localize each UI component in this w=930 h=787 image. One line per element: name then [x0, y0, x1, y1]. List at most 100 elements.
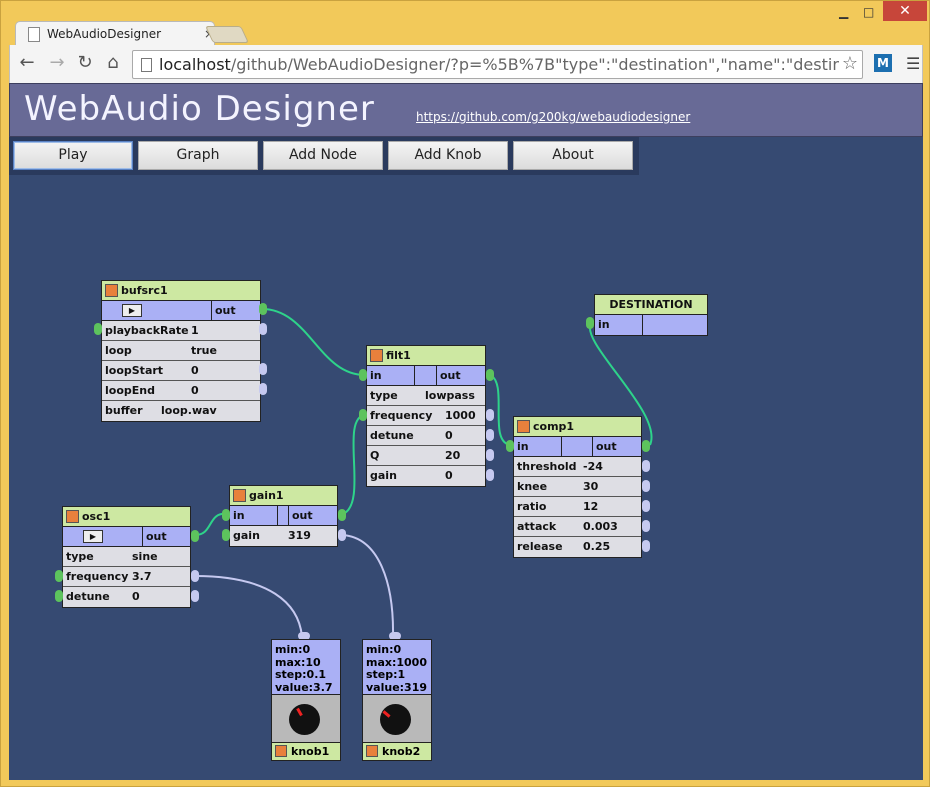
node-header[interactable]: bufsrc1: [102, 281, 260, 301]
knob2-node[interactable]: min:0 max:1000 step:1 value:319 knob2: [362, 639, 432, 761]
node-close-icon[interactable]: [105, 284, 118, 297]
param-row[interactable]: release 0.25: [514, 537, 641, 557]
wire-bufsrc1-filt1: [261, 308, 366, 376]
knob-footer[interactable]: knob1: [272, 742, 340, 760]
output-label: out: [215, 304, 236, 317]
node-gain1[interactable]: gain1 in out gain 319: [229, 485, 338, 547]
node-close-icon[interactable]: [275, 745, 287, 757]
node-filt1[interactable]: filt1 in out type lowpass frequency 1000 d…: [366, 345, 486, 487]
param-port[interactable]: [486, 409, 494, 421]
param-port[interactable]: [642, 540, 650, 552]
knob-dial[interactable]: [363, 694, 431, 742]
param-port[interactable]: [338, 529, 346, 541]
param-row[interactable]: frequency 3.7: [63, 567, 190, 587]
address-bar[interactable]: localhost/github/WebAudioDesigner/?p=%5B…: [132, 50, 863, 79]
knob-footer[interactable]: knob2: [363, 742, 431, 760]
param-port[interactable]: [259, 383, 267, 395]
input-port[interactable]: [94, 323, 102, 335]
minimize-icon[interactable]: ▁: [839, 5, 848, 19]
param-row[interactable]: attack 0.003: [514, 517, 641, 537]
new-tab-button[interactable]: [205, 26, 249, 43]
input-port[interactable]: [359, 369, 367, 381]
knob-name: knob2: [382, 745, 421, 758]
param-row[interactable]: gain 319: [230, 526, 337, 546]
input-port[interactable]: [55, 570, 63, 582]
param-row[interactable]: loop true: [102, 341, 260, 361]
play-icon[interactable]: ▶: [122, 304, 142, 317]
home-icon[interactable]: ⌂: [102, 52, 124, 73]
knob-icon[interactable]: [289, 704, 320, 735]
param-row[interactable]: detune 0: [367, 426, 485, 446]
param-port[interactable]: [259, 323, 267, 335]
node-name: filt1: [386, 349, 411, 362]
node-header[interactable]: comp1: [514, 417, 641, 437]
knob-info: min:0 max:10 step:0.1 value:3.7: [272, 640, 340, 694]
play-icon[interactable]: ▶: [83, 530, 103, 543]
output-port[interactable]: [486, 369, 494, 381]
param-row[interactable]: type sine: [63, 547, 190, 567]
node-close-icon[interactable]: [233, 489, 246, 502]
param-port[interactable]: [642, 460, 650, 472]
param-value: 0: [445, 429, 453, 442]
node-close-icon[interactable]: [370, 349, 383, 362]
param-row[interactable]: loopEnd 0: [102, 381, 260, 401]
param-row[interactable]: detune 0: [63, 587, 190, 607]
param-row[interactable]: gain 0: [367, 466, 485, 486]
close-window-icon[interactable]: ✕: [883, 1, 927, 21]
menu-icon[interactable]: ☰: [906, 54, 920, 73]
param-row[interactable]: ratio 12: [514, 497, 641, 517]
param-port[interactable]: [259, 363, 267, 375]
output-port[interactable]: [259, 303, 267, 315]
input-port[interactable]: [359, 409, 367, 421]
node-header[interactable]: filt1: [367, 346, 485, 366]
output-port[interactable]: [338, 509, 346, 521]
param-port[interactable]: [486, 429, 494, 441]
input-port[interactable]: [55, 590, 63, 602]
extension-icon[interactable]: M: [874, 54, 892, 72]
node-close-icon[interactable]: [517, 420, 530, 433]
input-port[interactable]: [586, 317, 594, 329]
param-port[interactable]: [642, 480, 650, 492]
param-port[interactable]: [642, 520, 650, 532]
url-text[interactable]: localhost/github/WebAudioDesigner/?p=%5B…: [159, 55, 839, 74]
node-header[interactable]: osc1: [63, 507, 190, 527]
param-row[interactable]: playbackRate 1: [102, 321, 260, 341]
node-osc1[interactable]: osc1 ▶ out type sine frequency 3.7 detune 0: [62, 506, 191, 608]
param-row[interactable]: buffer loop.wav: [102, 401, 260, 421]
param-port[interactable]: [486, 449, 494, 461]
input-port[interactable]: [222, 509, 230, 521]
output-port[interactable]: [642, 440, 650, 452]
node-comp1[interactable]: comp1 in out threshold -24 knee 30 ratio 12…: [513, 416, 642, 558]
param-value: 319: [288, 529, 311, 542]
output-port[interactable]: [191, 530, 199, 542]
node-close-icon[interactable]: [366, 745, 378, 757]
knob1-node[interactable]: min:0 max:10 step:0.1 value:3.7 knob1: [271, 639, 341, 761]
browser-tab[interactable]: WebAudioDesigner | g20 ×: [15, 21, 215, 47]
node-destination[interactable]: DESTINATION in: [594, 294, 708, 336]
param-row[interactable]: type lowpass: [367, 386, 485, 406]
node-close-icon[interactable]: [66, 510, 79, 523]
param-row[interactable]: loopStart 0: [102, 361, 260, 381]
knob-info: min:0 max:1000 step:1 value:319: [363, 640, 431, 694]
input-port[interactable]: [222, 529, 230, 541]
param-row[interactable]: frequency 1000: [367, 406, 485, 426]
back-icon[interactable]: ←: [16, 52, 38, 73]
knob-dial[interactable]: [272, 694, 340, 742]
forward-icon[interactable]: →: [46, 52, 68, 73]
reload-icon[interactable]: ↻: [74, 52, 96, 73]
param-row[interactable]: threshold -24: [514, 457, 641, 477]
node-bufsrc1[interactable]: bufsrc1 ▶ out playbackRate 1 loop true loo…: [101, 280, 261, 422]
param-port[interactable]: [486, 469, 494, 481]
param-port[interactable]: [191, 570, 199, 582]
param-row[interactable]: knee 30: [514, 477, 641, 497]
maximize-icon[interactable]: □: [863, 5, 874, 19]
param-row[interactable]: Q 20: [367, 446, 485, 466]
param-port[interactable]: [191, 590, 199, 602]
node-header[interactable]: gain1: [230, 486, 337, 506]
param-name: detune: [66, 590, 110, 603]
bookmark-star-icon[interactable]: ☆: [842, 53, 858, 74]
param-port[interactable]: [642, 500, 650, 512]
input-port[interactable]: [506, 440, 514, 452]
knob-icon[interactable]: [380, 704, 411, 735]
node-header[interactable]: DESTINATION: [595, 295, 707, 315]
